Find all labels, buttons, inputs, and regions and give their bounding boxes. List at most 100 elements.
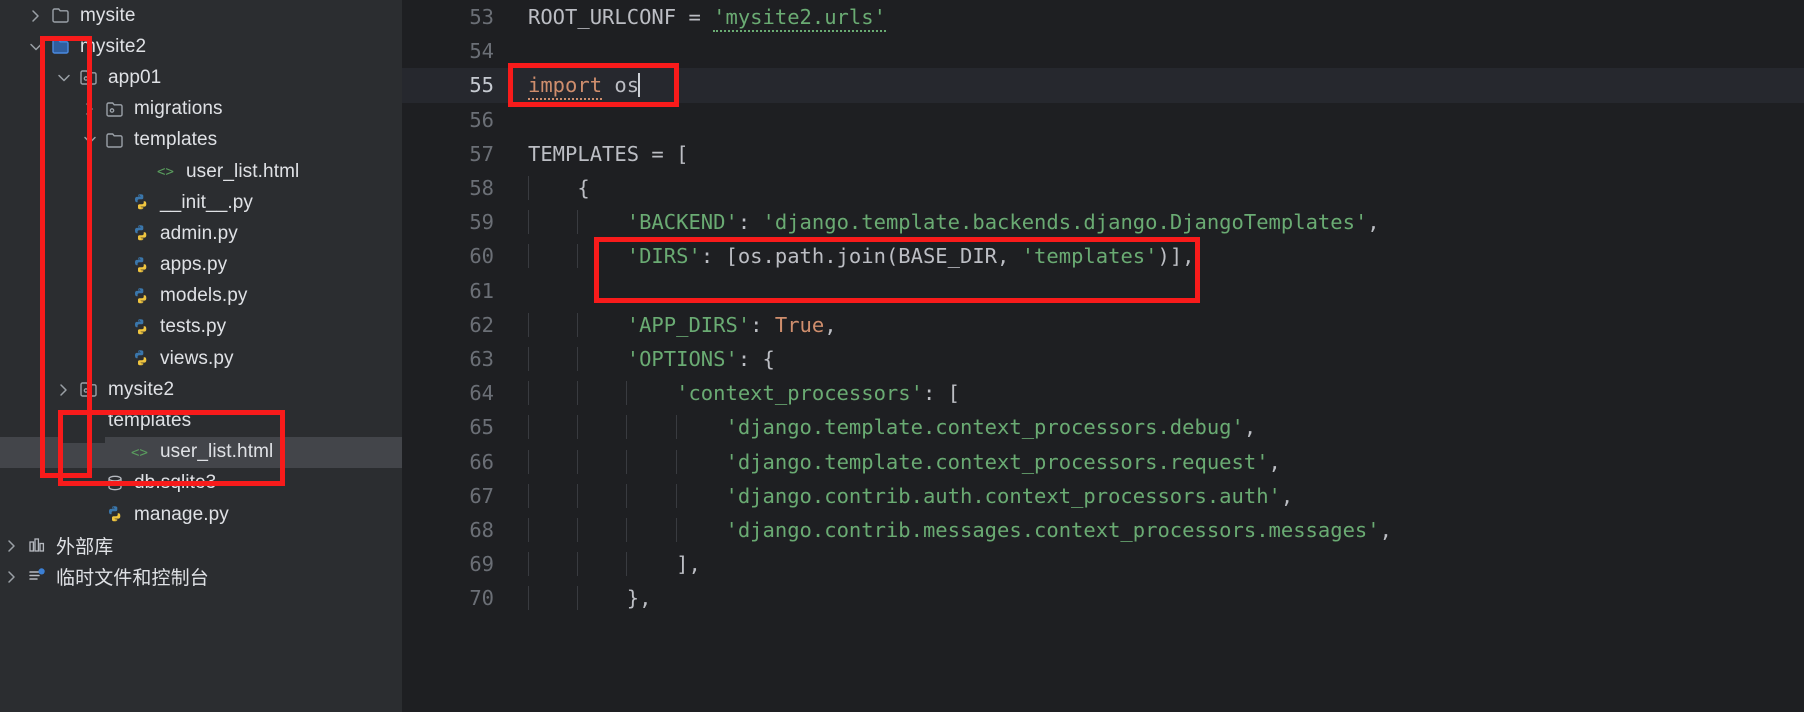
- code-line[interactable]: 63 'OPTIONS': {: [402, 342, 1804, 376]
- code-line-text[interactable]: 'context_processors': [: [512, 381, 1804, 406]
- tree-item-label: migrations: [134, 98, 223, 120]
- sidebar-item-tests-py[interactable]: tests.py: [0, 312, 402, 343]
- code-line-text[interactable]: 'APP_DIRS': True,: [512, 312, 1804, 337]
- code-token: )],: [1157, 244, 1195, 269]
- chevron-down-icon[interactable]: [52, 70, 76, 86]
- chevron-right-icon[interactable]: [0, 538, 24, 554]
- chevron-right-icon[interactable]: [24, 8, 48, 24]
- code-line[interactable]: 65 'django.template.context_processors.d…: [402, 410, 1804, 444]
- project-tree-panel[interactable]: mysite mysite2 app01 migrations templates <> u…: [0, 0, 402, 712]
- line-number[interactable]: 68: [402, 518, 512, 542]
- code-line-text[interactable]: 'django.template.context_processors.requ…: [512, 449, 1804, 474]
- line-number[interactable]: 66: [402, 450, 512, 474]
- code-line[interactable]: 58 {: [402, 171, 1804, 205]
- code-line-text[interactable]: 'OPTIONS': {: [512, 346, 1804, 371]
- code-line-text[interactable]: {: [512, 176, 1804, 201]
- sidebar-item-mysite2[interactable]: mysite2: [0, 31, 402, 62]
- line-number[interactable]: 67: [402, 484, 512, 508]
- chevron-right-icon[interactable]: [0, 569, 24, 585]
- code-token: ROOT_URLCONF: [528, 5, 689, 30]
- code-line[interactable]: 68 'django.contrib.messages.context_proc…: [402, 513, 1804, 547]
- code-line[interactable]: 67 'django.contrib.auth.context_processo…: [402, 479, 1804, 513]
- indent-guide: [528, 552, 529, 577]
- chevron-down-icon[interactable]: [24, 39, 48, 55]
- code-line[interactable]: 57 TEMPLATES = [: [402, 137, 1804, 171]
- code-line-text[interactable]: TEMPLATES = [: [512, 142, 1804, 166]
- code-line[interactable]: 62 'APP_DIRS': True,: [402, 308, 1804, 342]
- sidebar-item-mysite2[interactable]: mysite2: [0, 374, 402, 405]
- sidebar-item-templates[interactable]: templates: [0, 405, 402, 436]
- chevron-down-icon[interactable]: [52, 413, 76, 429]
- project-tree-list[interactable]: mysite mysite2 app01 migrations templates <> u…: [0, 0, 402, 593]
- code-line[interactable]: 60 'DIRS': [os.path.join(BASE_DIR, 'temp…: [402, 239, 1804, 273]
- sidebar-item-mysite[interactable]: mysite: [0, 0, 402, 31]
- chevron-down-icon[interactable]: [78, 132, 102, 148]
- line-number[interactable]: 63: [402, 347, 512, 371]
- external-library-icon: [24, 536, 50, 555]
- line-number[interactable]: 61: [402, 279, 512, 303]
- tree-item-label: tests.py: [160, 316, 227, 338]
- line-number[interactable]: 65: [402, 415, 512, 439]
- code-line-text[interactable]: ROOT_URLCONF = 'mysite2.urls': [512, 5, 1804, 33]
- code-token: : [: [922, 381, 960, 406]
- code-token: 'APP_DIRS': [626, 312, 751, 337]
- indent-guide: [528, 449, 529, 474]
- code-line-text[interactable]: 'BACKEND': 'django.template.backends.dja…: [512, 210, 1804, 235]
- code-line-text[interactable]: 'DIRS': [os.path.join(BASE_DIR, 'templat…: [512, 244, 1804, 269]
- sidebar-item-[interactable]: 临时文件和控制台: [0, 561, 402, 592]
- line-number[interactable]: 59: [402, 210, 512, 234]
- code-line[interactable]: 56: [402, 103, 1804, 137]
- line-number[interactable]: 69: [402, 552, 512, 576]
- chevron-right-icon[interactable]: [78, 101, 102, 117]
- code-line-text[interactable]: 'django.contrib.auth.context_processors.…: [512, 483, 1804, 508]
- sidebar-item-manage-py[interactable]: manage.py: [0, 499, 402, 530]
- tree-item-label: user_list.html: [186, 160, 300, 182]
- code-line[interactable]: 54: [402, 34, 1804, 68]
- line-number[interactable]: 70: [402, 586, 512, 610]
- indent-guide: [577, 381, 579, 406]
- code-line[interactable]: 53 ROOT_URLCONF = 'mysite2.urls': [402, 0, 1804, 34]
- line-number[interactable]: 58: [402, 176, 512, 200]
- code-lines[interactable]: 53 ROOT_URLCONF = 'mysite2.urls' 54 55 impor…: [402, 0, 1804, 615]
- code-line-text[interactable]: 'django.contrib.messages.context_process…: [512, 517, 1804, 542]
- line-number[interactable]: 53: [402, 5, 512, 29]
- folder-icon: [48, 6, 74, 25]
- sidebar-item-[interactable]: 外部库: [0, 530, 402, 561]
- line-number[interactable]: 55: [402, 73, 512, 97]
- sidebar-item-views-py[interactable]: views.py: [0, 343, 402, 374]
- code-line[interactable]: 66 'django.template.context_processors.r…: [402, 444, 1804, 478]
- tree-item-label: app01: [108, 66, 162, 88]
- sidebar-item-user-list-html[interactable]: <> user_list.html: [0, 436, 402, 468]
- code-line[interactable]: 64 'context_processors': [: [402, 376, 1804, 410]
- chevron-right-icon[interactable]: [52, 382, 76, 398]
- code-line-text[interactable]: 'django.template.context_processors.debu…: [512, 415, 1804, 440]
- sidebar-item-templates[interactable]: templates: [0, 125, 402, 156]
- module-folder-icon: [102, 100, 128, 119]
- sidebar-item-admin-py[interactable]: admin.py: [0, 218, 402, 249]
- line-number[interactable]: 54: [402, 39, 512, 63]
- code-line-text[interactable]: import os: [512, 73, 1804, 101]
- code-line[interactable]: 55 import os: [402, 68, 1804, 103]
- sidebar-item-user-list-html[interactable]: <> user_list.html: [0, 156, 402, 187]
- line-number[interactable]: 56: [402, 108, 512, 132]
- code-line-text[interactable]: ],: [512, 552, 1804, 577]
- line-number[interactable]: 64: [402, 381, 512, 405]
- svg-text:<>: <>: [131, 445, 148, 461]
- sidebar-item-app01[interactable]: app01: [0, 62, 402, 93]
- sidebar-item-apps-py[interactable]: apps.py: [0, 250, 402, 281]
- code-token: = [: [651, 141, 689, 166]
- code-line[interactable]: 59 'BACKEND': 'django.template.backends.…: [402, 205, 1804, 239]
- indent-guide: [577, 210, 579, 235]
- sidebar-item-migrations[interactable]: migrations: [0, 94, 402, 125]
- sidebar-item-db-sqlite3[interactable]: db.sqlite3: [0, 468, 402, 499]
- line-number[interactable]: 60: [402, 244, 512, 268]
- line-number[interactable]: 57: [402, 142, 512, 166]
- sidebar-item-init-py[interactable]: __init__.py: [0, 187, 402, 218]
- line-number[interactable]: 62: [402, 313, 512, 337]
- code-line-text[interactable]: },: [512, 586, 1804, 611]
- sidebar-item-models-py[interactable]: models.py: [0, 281, 402, 312]
- code-line[interactable]: 69 ],: [402, 547, 1804, 581]
- code-line[interactable]: 70 },: [402, 581, 1804, 615]
- code-line[interactable]: 61: [402, 274, 1804, 308]
- code-editor-panel[interactable]: 53 ROOT_URLCONF = 'mysite2.urls' 54 55 impor…: [402, 0, 1804, 712]
